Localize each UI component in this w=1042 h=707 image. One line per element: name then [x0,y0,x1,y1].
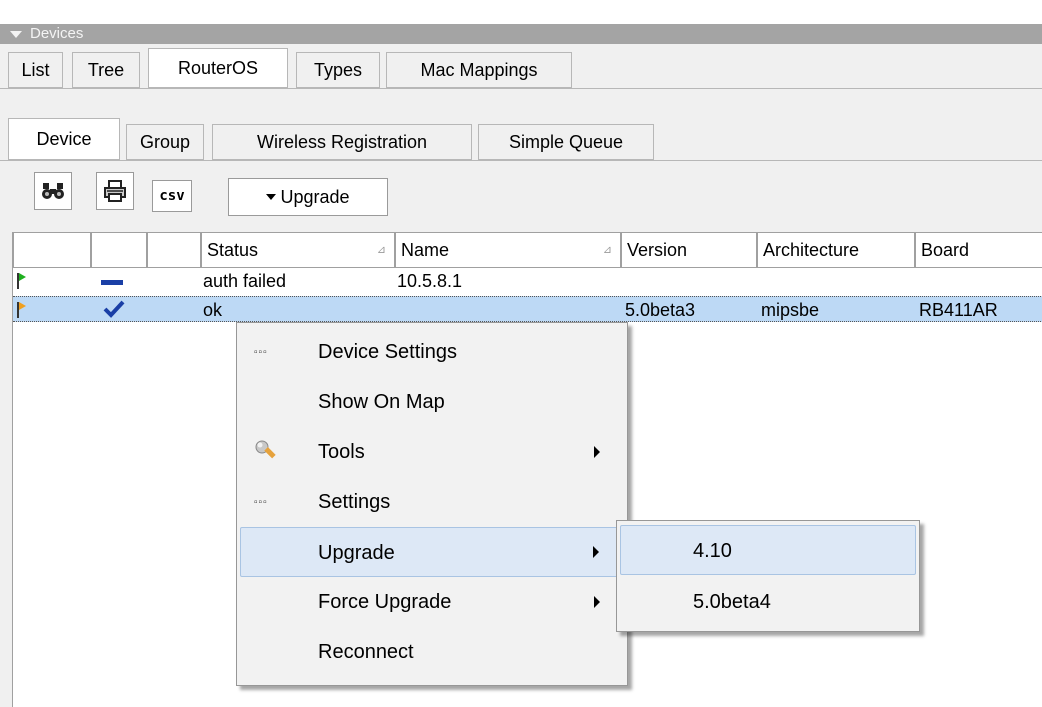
wrench-icon [255,440,276,459]
cell-status: ok [203,300,223,320]
sort-indicator-icon: ⊿ [376,244,386,256]
subtab-device[interactable]: Device [8,118,120,160]
collapse-triangle-icon[interactable] [10,31,22,38]
submenu-item-label: 4.10 [693,540,732,562]
tab-tree[interactable]: Tree [72,52,140,88]
dots-icon: ▫▫▫ [254,347,268,358]
sort-indicator-icon: ⊿ [602,244,612,256]
submenu-arrow-icon [594,596,600,608]
submenu-arrow-icon [594,446,600,458]
table-row-selected[interactable]: ok 5.0beta3 mipsbe RB411AR [13,296,1042,322]
cell-status: auth failed [203,271,287,291]
column-header-board[interactable]: Board [915,232,1042,268]
column-header-version[interactable]: Version [621,232,757,268]
tab-mac-mappings[interactable]: Mac Mappings [386,52,572,88]
tab-types[interactable]: Types [296,52,380,88]
column-header-blank[interactable] [147,232,201,268]
menu-item-label: Tools [318,441,365,463]
submenu-arrow-icon [593,546,599,558]
menu-item-label: Upgrade [318,542,395,564]
window-title: Devices [30,25,84,42]
menu-item-label: Reconnect [318,641,414,663]
menu-item-tools[interactable]: Tools [240,427,624,477]
tab-routeros[interactable]: RouterOS [148,48,288,88]
column-header-flag[interactable] [13,232,91,268]
tab-list[interactable]: List [8,52,63,88]
column-header-state[interactable] [91,232,147,268]
subtab-group[interactable]: Group [126,124,204,160]
cell-architecture: mipsbe [761,300,820,320]
cell-name: 10.5.8.1 [397,271,463,291]
subtab-wireless-registration[interactable]: Wireless Registration [212,124,472,160]
upgrade-submenu: 4.10 5.0beta4 [616,520,920,632]
menu-item-reconnect[interactable]: Reconnect [240,627,624,677]
cell-version: 5.0beta3 [625,300,696,320]
tab-divider [0,88,1042,89]
submenu-item-5-0beta4[interactable]: 5.0beta4 [620,577,916,627]
subtab-divider [0,160,1042,161]
menu-item-label: Force Upgrade [318,591,452,613]
menu-item-label: Settings [318,491,391,513]
printer-icon [104,180,126,202]
menu-item-settings[interactable]: ▫▫▫ Settings [240,477,624,527]
menu-item-label: Show On Map [318,391,445,413]
dash-icon [101,280,123,285]
cell-board: RB411AR [919,300,998,320]
submenu-item-label: 5.0beta4 [693,591,771,613]
column-header-name[interactable]: Name ⊿ [395,232,621,268]
submenu-item-4-10[interactable]: 4.10 [620,525,916,575]
upgrade-dropdown-button[interactable]: Upgrade [228,178,388,216]
flag-orange-icon [17,302,26,318]
upgrade-button-label: Upgrade [280,186,350,207]
subtab-simple-queue[interactable]: Simple Queue [478,124,654,160]
context-menu: ▫▫▫ Device Settings Show On Map Tools ▫▫… [236,322,628,686]
print-button[interactable] [96,172,134,210]
column-header-name-label: Name [401,240,450,260]
menu-item-show-on-map[interactable]: Show On Map [240,377,624,427]
menu-item-upgrade[interactable]: Upgrade [240,527,624,577]
binoculars-icon [42,183,64,199]
column-header-architecture[interactable]: Architecture [757,232,915,268]
column-header-status[interactable]: Status ⊿ [201,232,395,268]
dropdown-arrow-icon [266,194,277,200]
find-button[interactable] [34,172,72,210]
menu-item-device-settings[interactable]: ▫▫▫ Device Settings [240,327,624,377]
check-icon [103,300,125,318]
menu-item-label: Device Settings [318,341,457,363]
column-header-status-label: Status [207,240,259,260]
table-row[interactable]: auth failed 10.5.8.1 [13,268,1042,294]
menu-item-force-upgrade[interactable]: Force Upgrade [240,577,624,627]
flag-green-icon [17,273,26,289]
csv-button[interactable]: csv [152,180,192,212]
devices-title-bar[interactable]: Devices [0,24,1042,44]
dots-icon: ▫▫▫ [254,497,268,508]
